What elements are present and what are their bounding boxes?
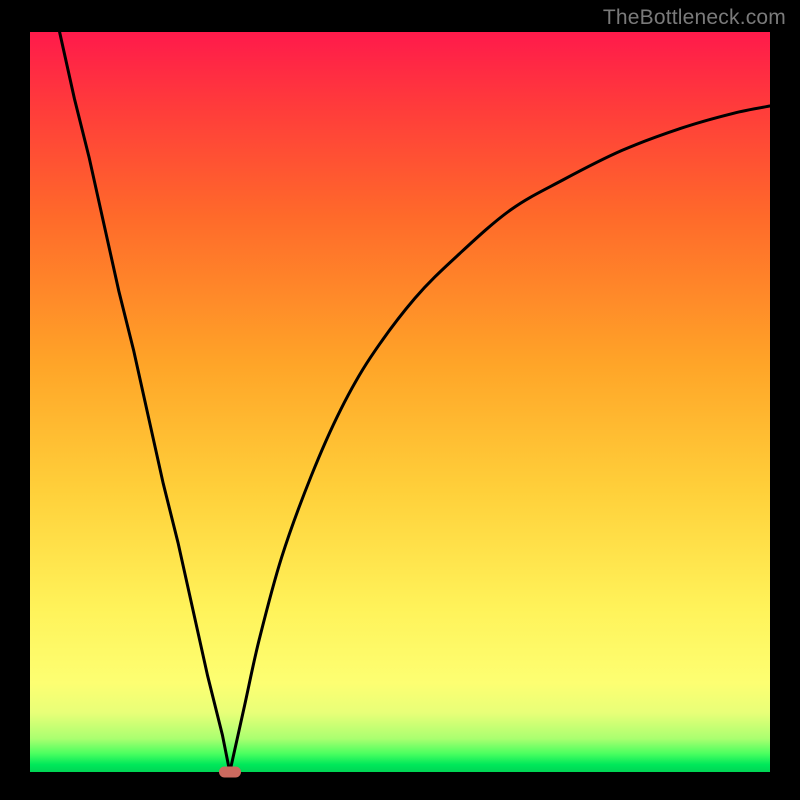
bottleneck-curve — [30, 32, 770, 772]
optimum-marker — [219, 767, 241, 778]
chart-frame: TheBottleneck.com — [0, 0, 800, 800]
curve-left-branch — [60, 32, 230, 772]
curve-right-branch — [230, 106, 770, 772]
plot-area — [30, 32, 770, 772]
watermark-text: TheBottleneck.com — [603, 6, 786, 30]
